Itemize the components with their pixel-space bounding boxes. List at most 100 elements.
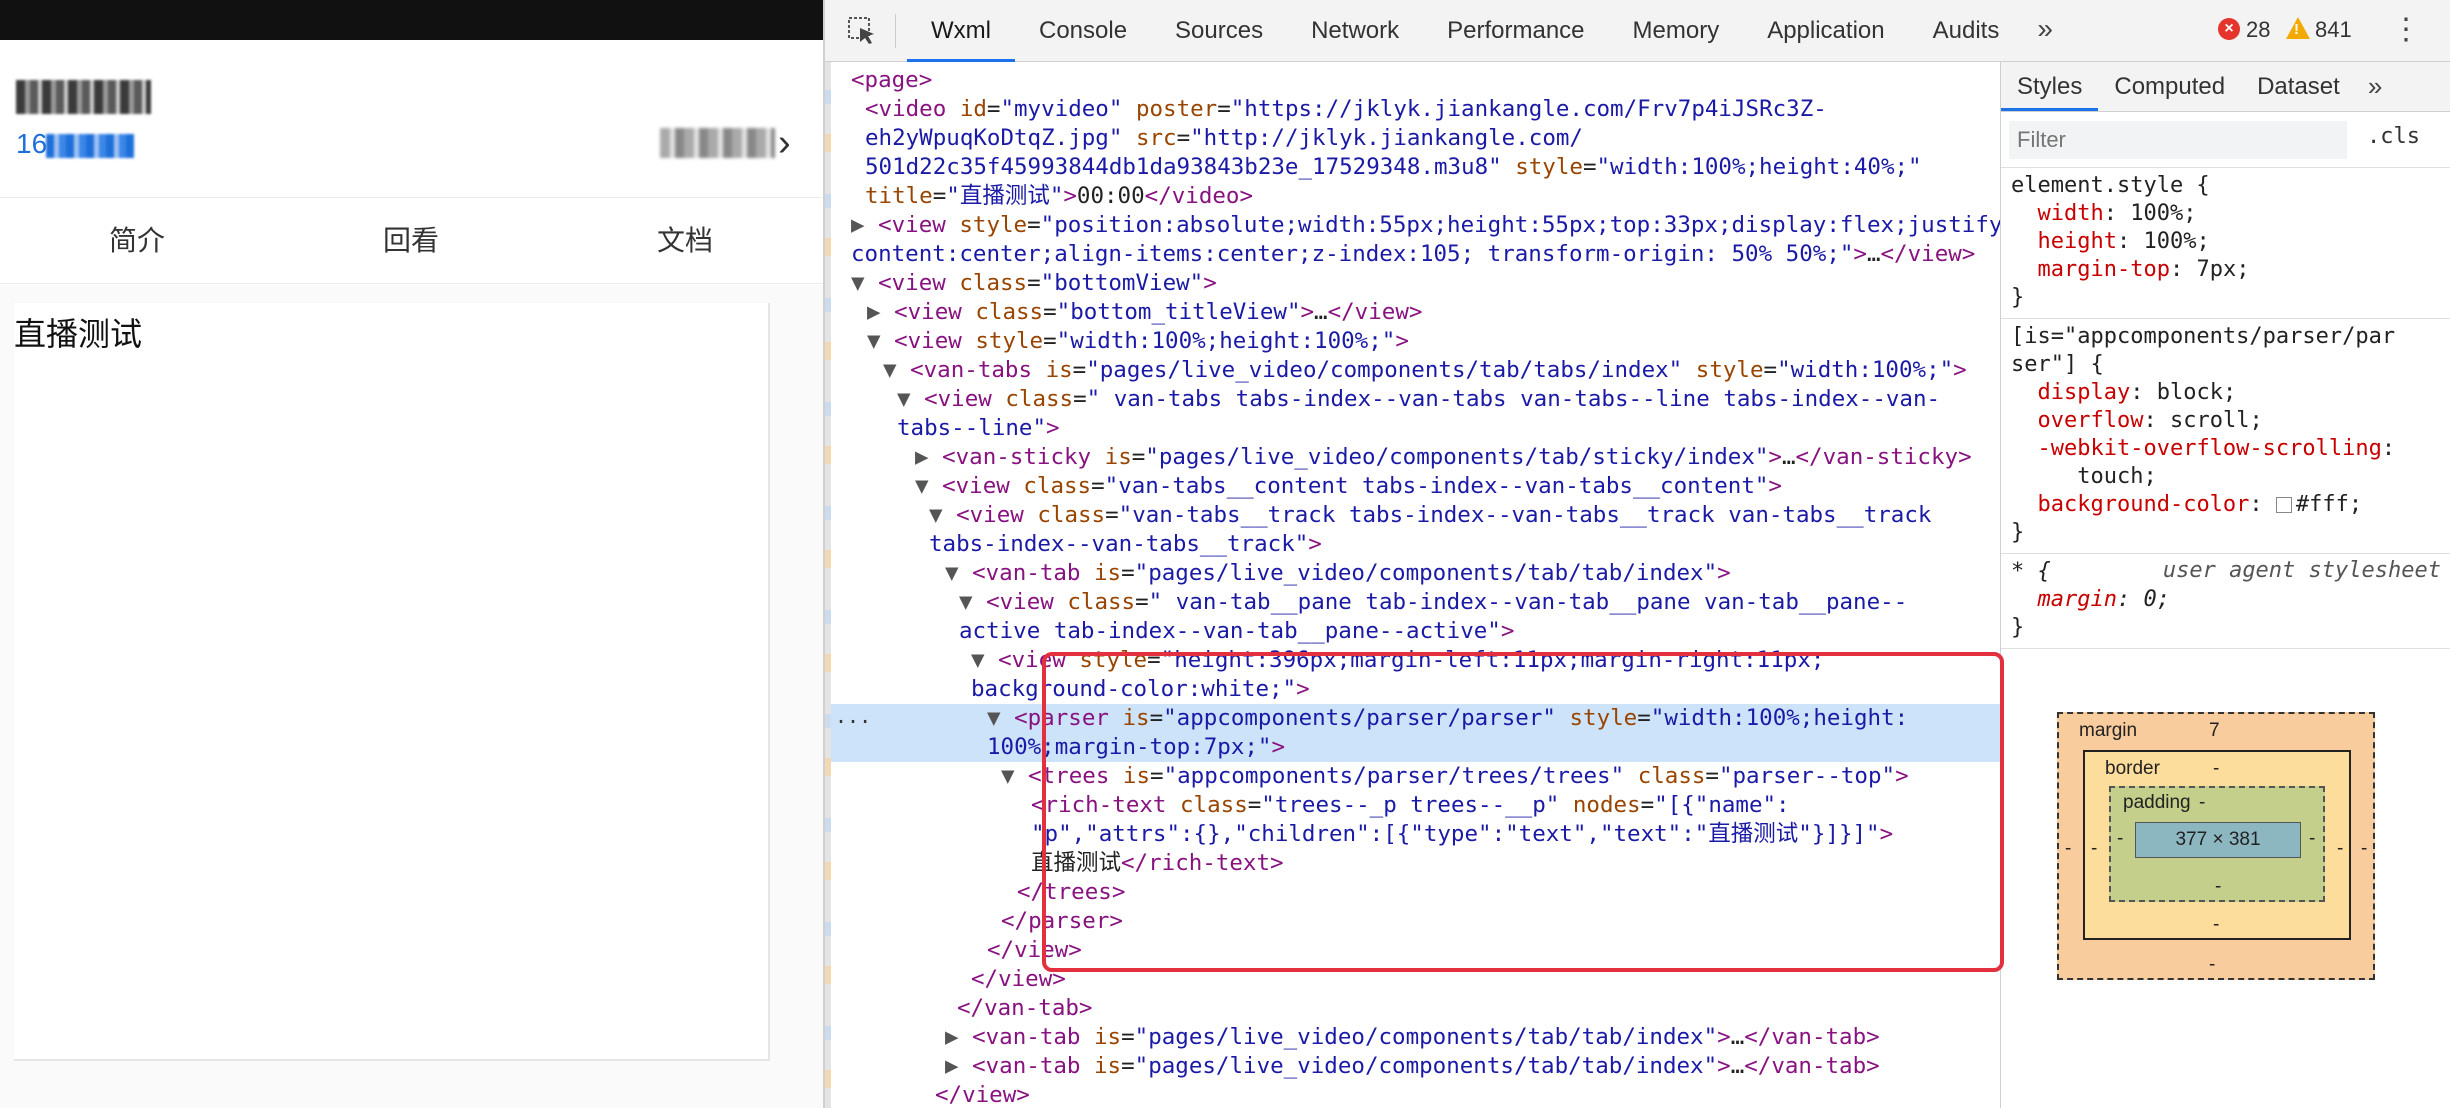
- tree-node-line[interactable]: eh2yWpuqKoDtqZ.jpg" src="http://jklyk.ji…: [831, 124, 2000, 153]
- cls-toggle-button[interactable]: .cls: [2367, 124, 2420, 149]
- tree-node-line[interactable]: ▶ <van-tab is="pages/live_video/componen…: [831, 1023, 2000, 1052]
- tree-node-line[interactable]: <page>: [831, 66, 2000, 95]
- tree-node-line[interactable]: content:center;align-items:center;z-inde…: [831, 240, 2000, 269]
- warning-count[interactable]: 841: [2315, 17, 2352, 43]
- tree-node-line[interactable]: ▶ <van-tab is="pages/live_video/componen…: [831, 1052, 2000, 1081]
- style-property[interactable]: margin-top: 7px;: [2011, 256, 2443, 284]
- collapsed-triangle-icon[interactable]: ▶: [915, 444, 942, 470]
- padding-top-value[interactable]: -: [2199, 792, 2205, 814]
- tree-node-line[interactable]: tabs-index--van-tabs__track">: [831, 530, 2000, 559]
- expanded-triangle-icon[interactable]: ▼: [867, 328, 894, 354]
- tree-node-line[interactable]: ▼ <parser is="appcomponents/parser/parse…: [831, 704, 2000, 733]
- tab-performance[interactable]: Performance: [1423, 0, 1608, 62]
- tree-node-line[interactable]: ▼ <van-tabs is="pages/live_video/compone…: [831, 356, 2000, 385]
- tree-node-line[interactable]: ▼ <view style="width:100%;height:100%;">: [831, 327, 2000, 356]
- tab-computed[interactable]: Computed: [2098, 62, 2241, 111]
- collapsed-triangle-icon[interactable]: ▶: [851, 212, 878, 238]
- border-bottom-value[interactable]: -: [2213, 914, 2219, 936]
- tab-memory[interactable]: Memory: [1609, 0, 1744, 62]
- collapsed-triangle-icon[interactable]: ▶: [945, 1053, 972, 1079]
- tree-node-line[interactable]: </view>: [831, 936, 2000, 965]
- tree-node-line[interactable]: ▼ <view class="bottomView">: [831, 269, 2000, 298]
- padding-right-value[interactable]: -: [2309, 828, 2315, 850]
- style-property[interactable]: height: 100%;: [2011, 228, 2443, 256]
- tab-styles[interactable]: Styles: [2001, 62, 2099, 111]
- styles-filter-input[interactable]: [2009, 121, 2347, 159]
- margin-bottom-value[interactable]: -: [2209, 954, 2215, 976]
- box-model-padding[interactable]: padding - - - - 377 × 381: [2109, 786, 2325, 902]
- tree-node-line[interactable]: ▶ <view style="position:absolute;width:5…: [831, 211, 2000, 240]
- tree-node-line[interactable]: "p","attrs":{},"children":[{"type":"text…: [831, 820, 2000, 849]
- expanded-triangle-icon[interactable]: ▼: [851, 270, 878, 296]
- tree-node-line[interactable]: ▼ <view style="height:396px;margin-left:…: [831, 646, 2000, 675]
- tree-node-line[interactable]: ▼ <view class=" van-tab__pane tab-index-…: [831, 588, 2000, 617]
- expanded-triangle-icon[interactable]: ▼: [1001, 763, 1028, 789]
- border-right-value[interactable]: -: [2337, 838, 2343, 860]
- style-property[interactable]: overflow: scroll;: [2011, 407, 2443, 435]
- margin-right-value[interactable]: -: [2361, 838, 2367, 860]
- tree-node-line[interactable]: ▼ <view class="van-tabs__track tabs-inde…: [831, 501, 2000, 530]
- tree-node-line[interactable]: </parser>: [831, 907, 2000, 936]
- tree-node-line[interactable]: <video id="myvideo" poster="https://jkly…: [831, 95, 2000, 124]
- tab-application[interactable]: Application: [1743, 0, 1908, 62]
- rule-selector[interactable]: element.style {: [2011, 172, 2443, 200]
- tab-network[interactable]: Network: [1287, 0, 1423, 62]
- collapsed-triangle-icon[interactable]: ▶: [867, 299, 894, 325]
- tree-node-line[interactable]: ▶ <view class="bottom_titleView">…</view…: [831, 298, 2000, 327]
- tab-wxml[interactable]: Wxml: [907, 0, 1015, 62]
- selected-node-ellipsis[interactable]: ...: [835, 704, 871, 728]
- more-tabs-button[interactable]: »: [2023, 0, 2067, 62]
- tree-node-line[interactable]: title="直播测试">00:00</video>: [831, 182, 2000, 211]
- tab-dataset[interactable]: Dataset: [2241, 62, 2356, 111]
- tree-node-line[interactable]: </van-tab>: [831, 994, 2000, 1023]
- border-left-value[interactable]: -: [2091, 838, 2097, 860]
- tree-node-line[interactable]: </trees>: [831, 878, 2000, 907]
- border-top-value[interactable]: -: [2213, 758, 2219, 780]
- tree-node-line[interactable]: 直播测试</rich-text>: [831, 849, 2000, 878]
- padding-left-value[interactable]: -: [2117, 828, 2123, 850]
- chevron-right-icon[interactable]: ›: [778, 122, 791, 165]
- tree-node-line[interactable]: 501d22c35f45993844db1da93843b23e_1752934…: [831, 153, 2000, 182]
- margin-top-value[interactable]: 7: [2209, 720, 2220, 742]
- style-property[interactable]: background-color: #fff;: [2011, 491, 2443, 519]
- tree-node-line[interactable]: <rich-text class="trees--_p trees--__p" …: [831, 791, 2000, 820]
- error-icon[interactable]: ×: [2218, 18, 2240, 40]
- tab-audits[interactable]: Audits: [1909, 0, 2024, 62]
- box-model-margin[interactable]: margin 7 - - - border - - - - padding - …: [2057, 712, 2375, 980]
- tree-node-line[interactable]: </view>: [831, 1081, 2000, 1108]
- rule-selector[interactable]: ser"] {: [2011, 351, 2443, 379]
- error-count[interactable]: 28: [2246, 17, 2270, 43]
- style-property[interactable]: -webkit-overflow-scrolling:: [2011, 435, 2443, 463]
- expanded-triangle-icon[interactable]: ▼: [971, 647, 998, 673]
- wxml-element-tree[interactable]: <page> <video id="myvideo" poster="https:…: [831, 62, 2000, 1108]
- expanded-triangle-icon[interactable]: ▼: [987, 705, 1014, 731]
- expanded-triangle-icon[interactable]: ▼: [897, 386, 924, 412]
- styles-more-button[interactable]: »: [2356, 62, 2394, 111]
- expanded-triangle-icon[interactable]: ▼: [915, 473, 942, 499]
- inspect-element-icon[interactable]: [847, 16, 877, 46]
- more-options-icon[interactable]: ⋮: [2391, 10, 2421, 50]
- tab-sources[interactable]: Sources: [1151, 0, 1287, 62]
- tree-node-line[interactable]: active tab-index--van-tab__pane--active"…: [831, 617, 2000, 646]
- style-property[interactable]: display: block;: [2011, 379, 2443, 407]
- collapsed-triangle-icon[interactable]: ▶: [945, 1024, 972, 1050]
- expanded-triangle-icon[interactable]: ▼: [883, 357, 910, 383]
- expanded-triangle-icon[interactable]: ▼: [945, 560, 972, 586]
- box-model-content-size[interactable]: 377 × 381: [2135, 822, 2301, 858]
- rule-selector[interactable]: [is="appcomponents/parser/par: [2011, 323, 2443, 351]
- blurred-author[interactable]: [660, 128, 775, 158]
- tab-documents[interactable]: 文档: [548, 198, 822, 283]
- tree-node-line[interactable]: background-color:white;">: [831, 675, 2000, 704]
- tree-node-line[interactable]: ▼ <view class=" van-tabs tabs-index--van…: [831, 385, 2000, 414]
- tree-node-line[interactable]: ▼ <van-tab is="pages/live_video/componen…: [831, 559, 2000, 588]
- tab-intro[interactable]: 简介: [0, 198, 274, 283]
- tree-node-line[interactable]: </view>: [831, 965, 2000, 994]
- tree-node-line[interactable]: tabs--line">: [831, 414, 2000, 443]
- box-model-border[interactable]: border - - - - padding - - - - 377 × 381: [2083, 750, 2351, 940]
- padding-bottom-value[interactable]: -: [2215, 876, 2221, 898]
- color-swatch-icon[interactable]: [2275, 497, 2292, 513]
- tree-node-line[interactable]: 100%;margin-top:7px;">: [831, 733, 2000, 762]
- style-property[interactable]: width: 100%;: [2011, 200, 2443, 228]
- margin-left-value[interactable]: -: [2065, 838, 2071, 860]
- tree-node-line[interactable]: ▼ <trees is="appcomponents/parser/trees/…: [831, 762, 2000, 791]
